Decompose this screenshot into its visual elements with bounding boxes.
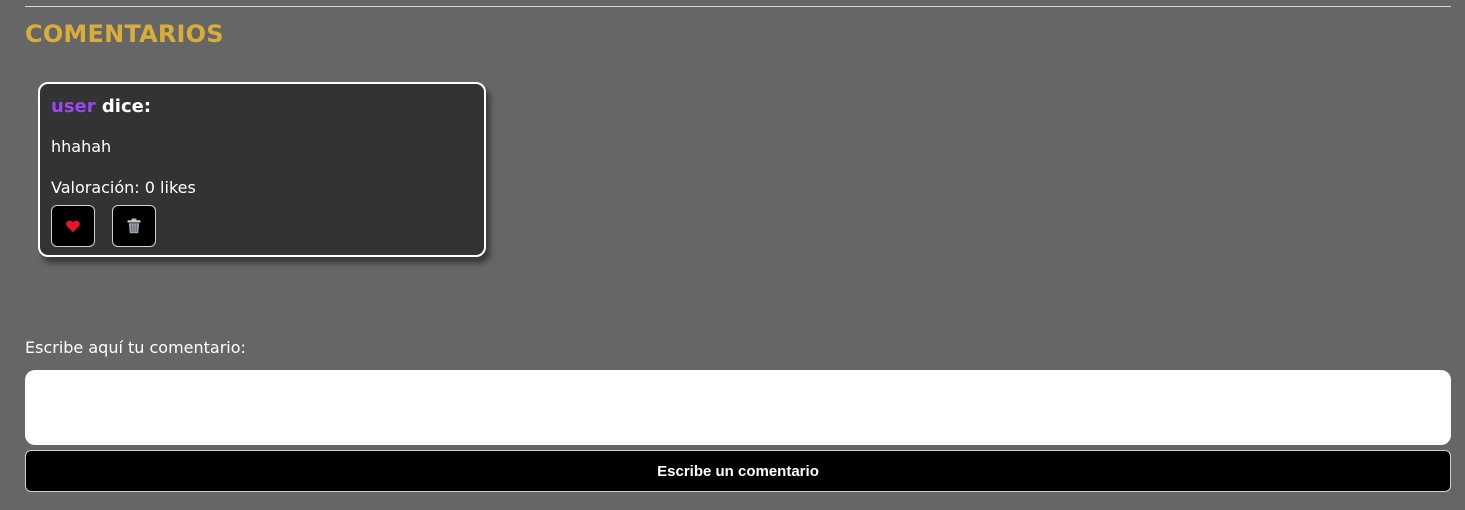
submit-comment-button[interactable]: Escribe un comentario [25, 450, 1451, 492]
likes-count: 0 [144, 178, 155, 197]
comment-body: hhahah [51, 137, 112, 156]
like-button[interactable] [51, 205, 95, 247]
comment-author-suffix: dice: [95, 96, 152, 117]
comment-rating: Valoración: 0 likes [51, 178, 196, 197]
comment-input-label: Escribe aquí tu comentario: [25, 338, 246, 357]
comment-header: user dice: [51, 96, 151, 117]
trash-icon [127, 218, 141, 234]
comment-author-name: user [51, 96, 96, 117]
comment-card: user dice: hhahah Valoración: 0 likes [38, 82, 486, 257]
section-title: COMENTARIOS [25, 20, 224, 48]
comment-input[interactable] [25, 370, 1451, 445]
rating-label: Valoración: [51, 178, 145, 197]
likes-unit: likes [154, 178, 196, 197]
divider [25, 6, 1451, 7]
heart-icon [66, 220, 80, 233]
comments-section: COMENTARIOS user dice: hhahah Valoración… [0, 0, 1465, 510]
delete-button[interactable] [112, 205, 156, 247]
